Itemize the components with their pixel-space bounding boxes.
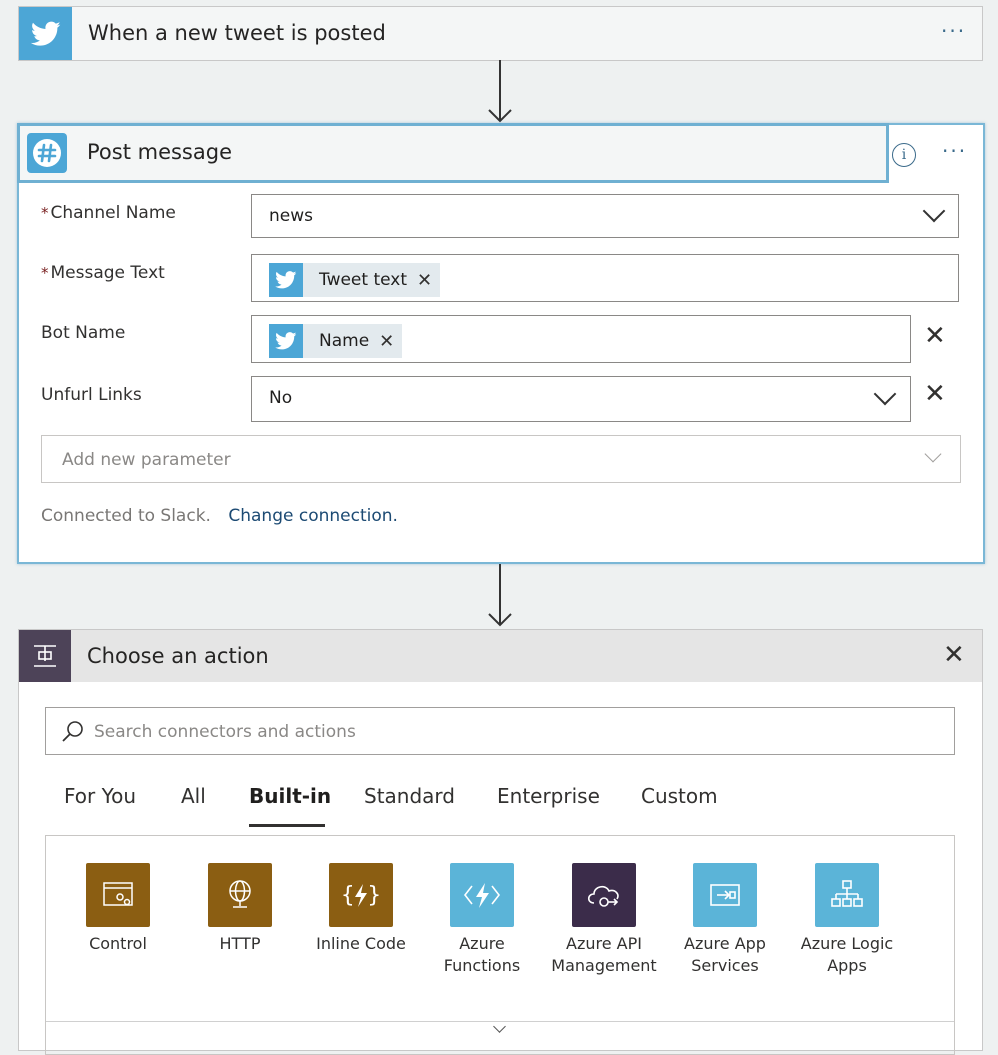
- connector-arrow: [488, 60, 512, 124]
- connection-info: Connected to Slack. Change connection.: [41, 506, 398, 526]
- code-icon: { }: [329, 863, 393, 927]
- connector-azure-app-services[interactable]: Azure App Services: [670, 863, 780, 977]
- api-cloud-icon: [572, 863, 636, 927]
- more-options-icon[interactable]: ···: [941, 19, 966, 43]
- remove-token-icon[interactable]: ✕: [379, 331, 394, 352]
- name-token[interactable]: Name ✕: [269, 324, 403, 358]
- connector-azure-functions[interactable]: Azure Functions: [427, 863, 537, 977]
- globe-icon: [208, 863, 272, 927]
- action-icon: [19, 630, 71, 682]
- search-icon: [62, 721, 83, 742]
- connector-label: Inline Code: [316, 934, 406, 953]
- channel-name-label: * Channel Name: [41, 203, 176, 223]
- channel-name-label-text: Channel Name: [50, 203, 176, 223]
- connected-text: Connected to Slack.: [41, 506, 211, 526]
- connector-label-line2: Services: [691, 956, 759, 975]
- search-connectors-input[interactable]: Search connectors and actions: [45, 707, 955, 755]
- add-new-parameter-text: Add new parameter: [62, 450, 231, 470]
- twitter-icon: [269, 324, 303, 358]
- tab-enterprise[interactable]: Enterprise: [497, 784, 600, 808]
- change-connection-link[interactable]: Change connection.: [228, 506, 398, 526]
- message-text-label: * Message Text: [41, 263, 165, 283]
- connector-label-line1: Azure App: [684, 934, 766, 953]
- info-icon[interactable]: i: [892, 143, 916, 167]
- search-placeholder: Search connectors and actions: [94, 722, 356, 742]
- unfurl-links-value: No: [269, 388, 293, 408]
- tab-custom[interactable]: Custom: [641, 784, 718, 808]
- post-message-title: Post message: [87, 140, 232, 164]
- trigger-title: When a new tweet is posted: [88, 21, 386, 45]
- connector-label-line2: Apps: [827, 956, 867, 975]
- active-tab-indicator: [249, 824, 325, 827]
- channel-name-value: news: [269, 206, 313, 226]
- message-text-input[interactable]: Tweet text ✕: [251, 254, 959, 302]
- close-icon[interactable]: ✕: [943, 642, 965, 668]
- tab-built-in[interactable]: Built-in: [249, 784, 331, 808]
- connector-label: Azure Functions: [427, 933, 537, 977]
- tweet-text-token[interactable]: Tweet text ✕: [269, 263, 441, 297]
- twitter-icon: [269, 263, 303, 297]
- connector-inline-code[interactable]: { } Inline Code: [306, 863, 416, 955]
- choose-action-card: Choose an action ✕ Search connectors and…: [18, 629, 983, 1055]
- tweet-text-token-label: Tweet text: [319, 270, 408, 290]
- connector-label: Azure API Management: [549, 933, 659, 977]
- connector-arrow: [488, 564, 512, 628]
- chevron-down-icon: [922, 199, 946, 223]
- channel-name-select[interactable]: news: [251, 194, 959, 238]
- bot-name-label: Bot Name: [41, 323, 126, 343]
- control-icon: [86, 863, 150, 927]
- choose-action-title: Choose an action: [87, 644, 269, 668]
- bot-name-input[interactable]: Name ✕: [251, 315, 911, 363]
- connector-label-line1: Azure: [459, 934, 505, 953]
- post-message-header[interactable]: Post message: [17, 123, 889, 183]
- logic-apps-icon: [815, 863, 879, 927]
- connector-label: Azure App Services: [670, 933, 780, 977]
- expand-chevron-icon[interactable]: [493, 1020, 506, 1033]
- connector-label: Control: [89, 934, 147, 953]
- connector-control[interactable]: Control: [63, 863, 173, 955]
- twitter-icon: [19, 7, 72, 60]
- connector-label-line1: Azure API: [566, 934, 642, 953]
- tab-for-you[interactable]: For You: [64, 784, 136, 808]
- remove-unfurl-links-icon[interactable]: ✕: [924, 381, 946, 407]
- tab-standard[interactable]: Standard: [364, 784, 455, 808]
- app-service-icon: [693, 863, 757, 927]
- required-marker: *: [41, 204, 49, 222]
- connector-label: Azure Logic Apps: [792, 933, 902, 977]
- connector-grid: Control HTTP { } Inline Code Azure Funct…: [45, 835, 955, 1055]
- functions-icon: [450, 863, 514, 927]
- trigger-card[interactable]: When a new tweet is posted ···: [18, 6, 983, 61]
- remove-token-icon[interactable]: ✕: [417, 270, 432, 291]
- connector-label: HTTP: [219, 934, 261, 953]
- chevron-down-icon: [924, 445, 942, 463]
- more-options-icon[interactable]: ···: [942, 139, 967, 163]
- required-marker: *: [41, 264, 49, 282]
- connector-label-line2: Management: [551, 956, 657, 975]
- name-token-label: Name: [319, 331, 370, 351]
- tab-all[interactable]: All: [181, 784, 206, 808]
- chevron-down-icon: [873, 382, 897, 406]
- connector-label-line1: Azure Logic: [800, 934, 894, 953]
- remove-bot-name-icon[interactable]: ✕: [924, 323, 946, 349]
- connector-azure-api-management[interactable]: Azure API Management: [549, 863, 659, 977]
- connector-azure-logic-apps[interactable]: Azure Logic Apps: [792, 863, 902, 977]
- choose-action-header: Choose an action ✕: [19, 630, 982, 682]
- slack-icon: [27, 133, 67, 173]
- unfurl-links-select[interactable]: No: [251, 376, 911, 422]
- add-new-parameter-dropdown[interactable]: Add new parameter: [41, 435, 961, 483]
- unfurl-links-label: Unfurl Links: [41, 385, 142, 405]
- connector-label-line2: Functions: [443, 956, 521, 975]
- post-message-card: Post message i ··· * Channel Name news * M…: [17, 123, 985, 564]
- message-text-label-text: Message Text: [50, 263, 165, 283]
- connector-http[interactable]: HTTP: [185, 863, 295, 955]
